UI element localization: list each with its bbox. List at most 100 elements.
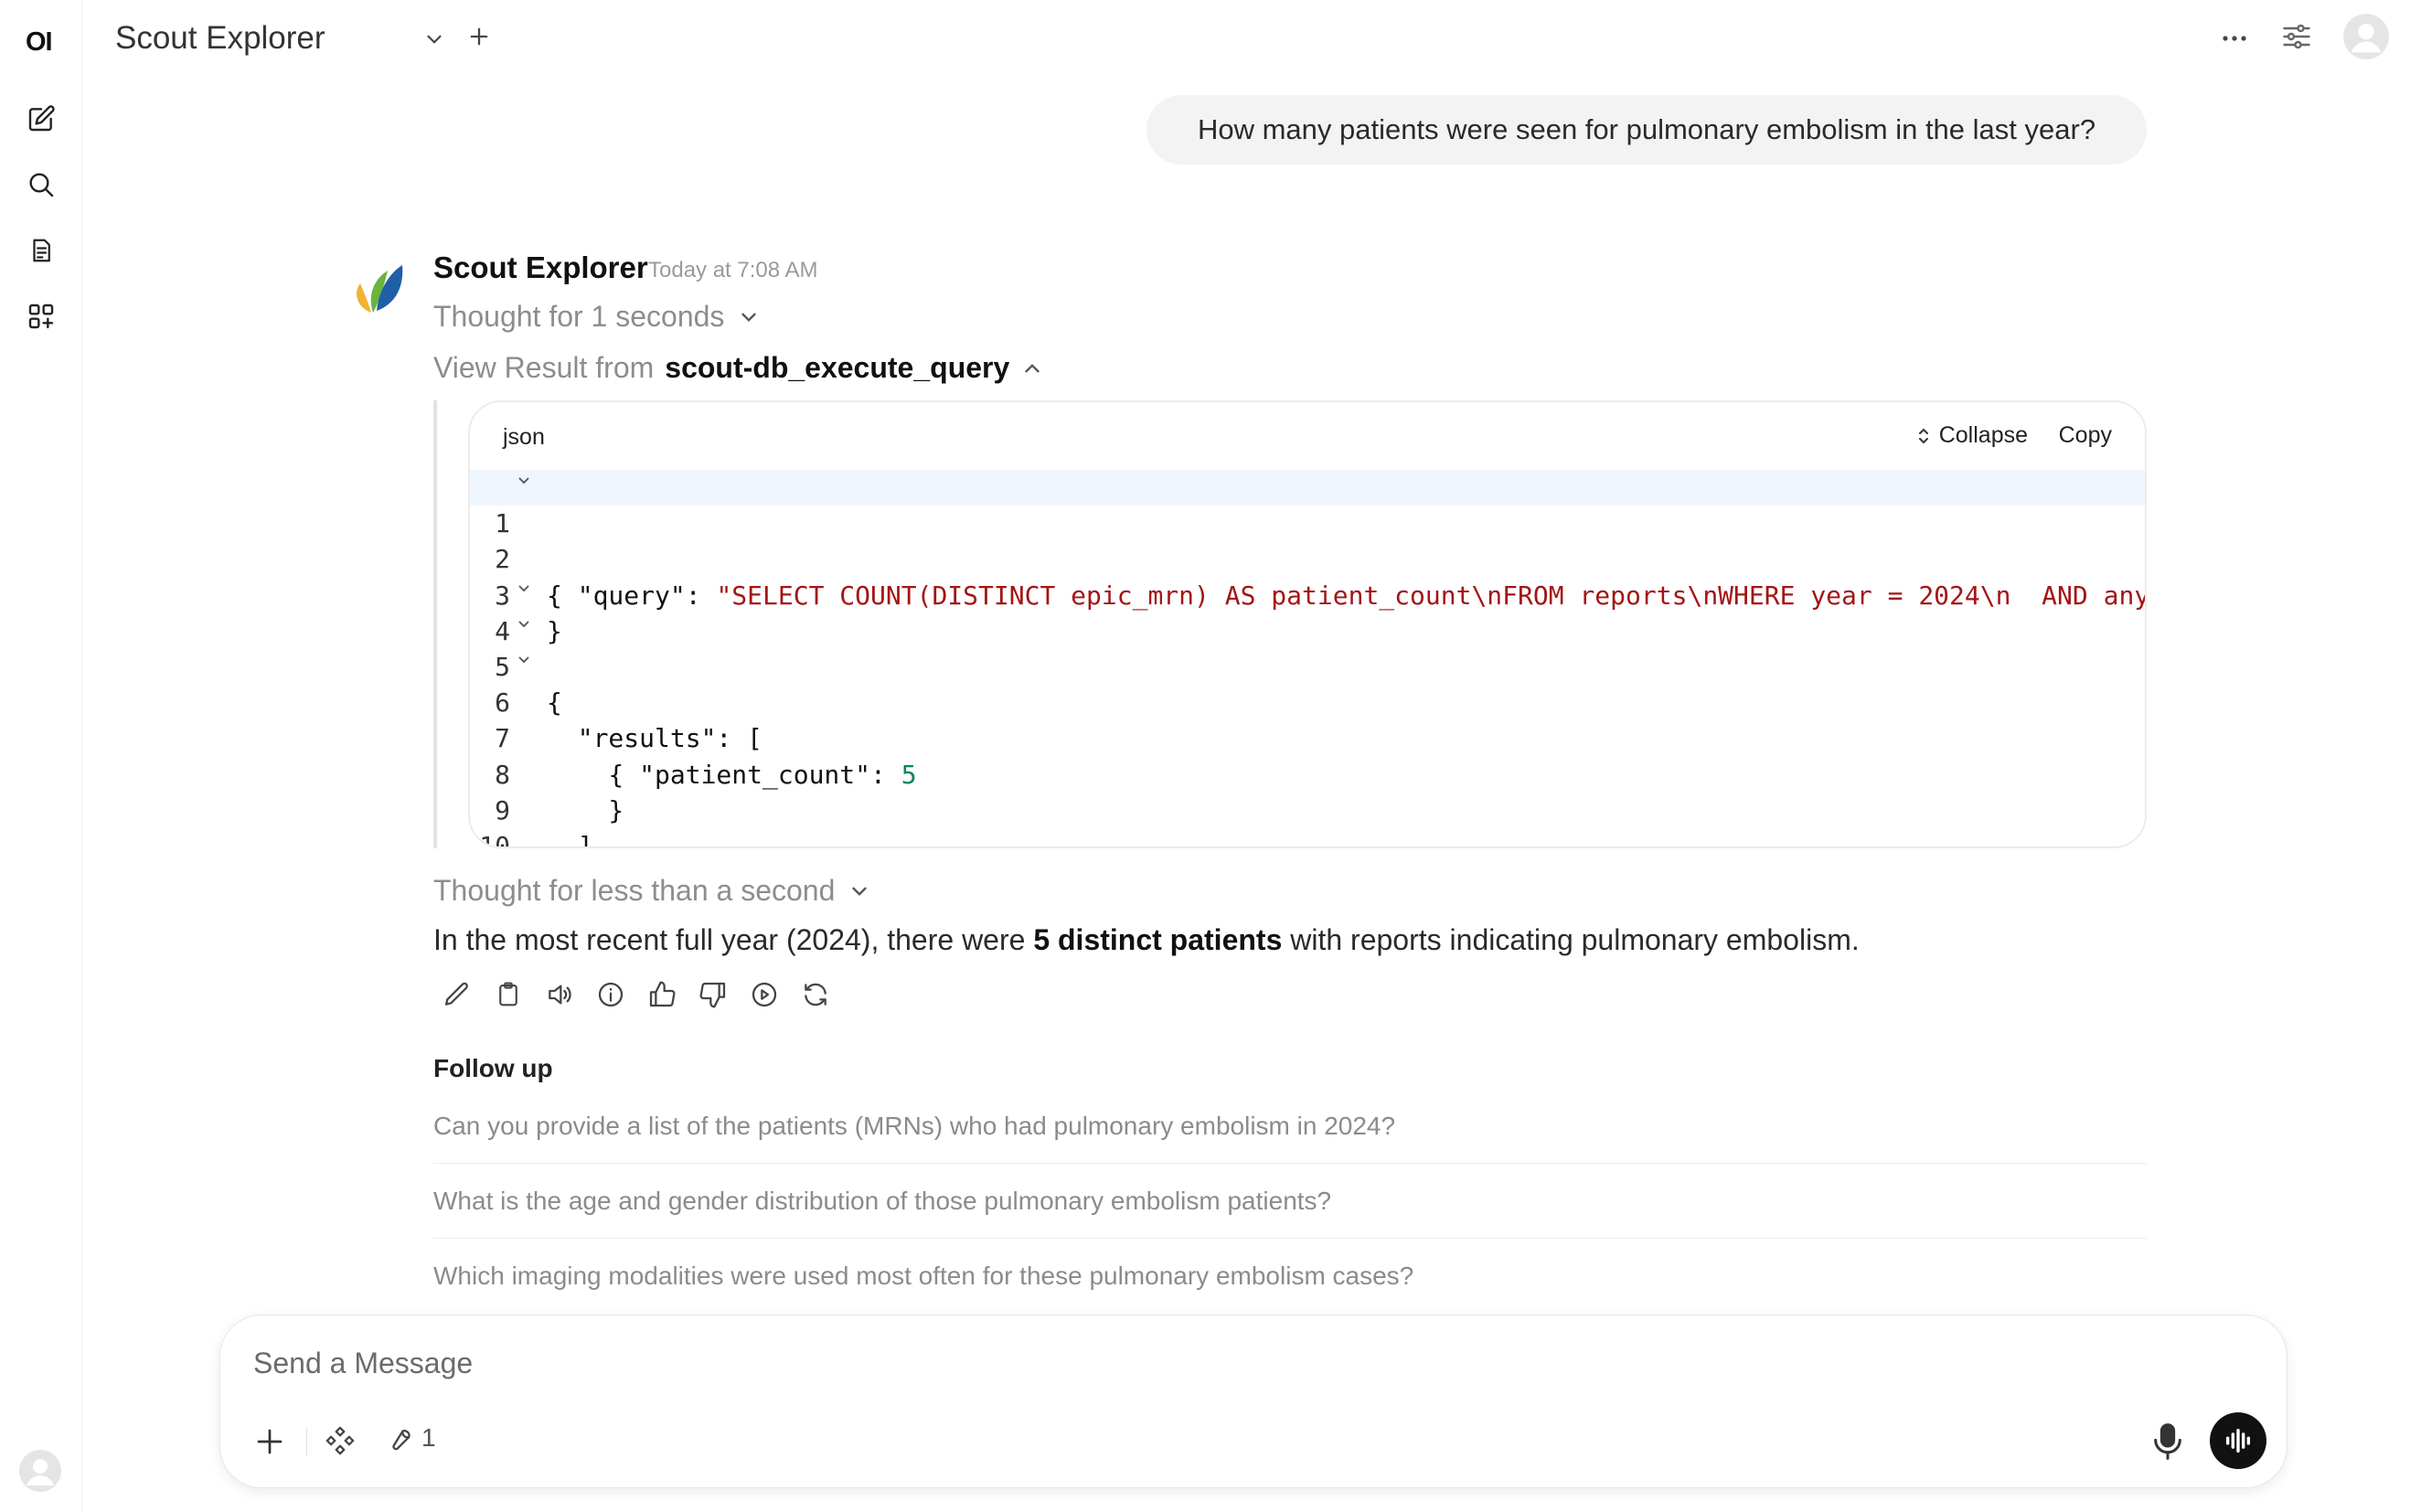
thumbs-up-icon	[649, 981, 676, 1007]
chevron-down-icon	[852, 887, 868, 896]
waveform-icon	[2225, 1428, 2251, 1453]
collapse-button[interactable]: Collapse	[1917, 422, 2028, 449]
regenerate-button[interactable]	[799, 978, 832, 1011]
fold-chevron-icon[interactable]	[516, 580, 532, 596]
edit-icon	[444, 982, 468, 1006]
user-message: How many patients were seen for pulmonar…	[1146, 95, 2147, 165]
chevron-down-icon	[427, 35, 442, 44]
chevron-down-icon	[741, 313, 757, 322]
wrench-icon	[392, 1430, 411, 1451]
user-avatar-icon	[2343, 14, 2389, 59]
follow-up-suggestion[interactable]: Which imaging modalities were used most …	[433, 1262, 2147, 1291]
info-button[interactable]	[594, 978, 627, 1011]
code-line: 5 "results": [	[470, 613, 2145, 753]
apps-icon	[28, 303, 54, 329]
thought-label: Thought for less than a second	[433, 874, 836, 907]
tools-count: 1	[421, 1423, 436, 1452]
tools-button[interactable]: 1	[385, 1423, 436, 1453]
copy-code-button[interactable]: Copy	[2059, 422, 2112, 449]
chat-controls-button[interactable]	[2280, 20, 2317, 57]
answer-text: with reports indicating pulmonary emboli…	[1282, 923, 1860, 956]
refresh-icon	[805, 983, 826, 1006]
edit-button[interactable]	[441, 978, 474, 1011]
more-options-button[interactable]	[2216, 22, 2253, 55]
answer-text: In the most recent full year (2024), the…	[433, 923, 1034, 956]
collapse-label: Collapse	[1938, 422, 2028, 448]
app-logo[interactable]: OI	[26, 27, 53, 58]
search-button[interactable]	[23, 166, 59, 203]
integrations-icon	[325, 1426, 355, 1455]
assistant-answer: In the most recent full year (2024), the…	[433, 923, 1860, 957]
edit-icon	[28, 105, 55, 132]
divider	[306, 1427, 307, 1456]
user-avatar[interactable]	[18, 1449, 62, 1493]
follow-up-suggestion[interactable]: Can you provide a list of the patients (…	[433, 1112, 2147, 1141]
code-line: 1 {	[470, 470, 2145, 611]
fold-chevron-icon[interactable]	[516, 651, 532, 667]
profile-avatar[interactable]	[2342, 13, 2390, 60]
model-dropdown[interactable]	[422, 27, 446, 51]
user-avatar-icon	[19, 1450, 61, 1492]
voice-mode-button[interactable]	[2210, 1412, 2266, 1469]
thought-toggle-1[interactable]: Thought for 1 seconds	[433, 300, 761, 334]
code-line: 3 }	[470, 541, 2145, 646]
line-number: 10	[479, 830, 510, 848]
assistant-name: Scout Explorer	[433, 250, 648, 284]
divider	[433, 1163, 2147, 1164]
message-actions	[441, 978, 832, 1011]
bad-response-button[interactable]	[697, 978, 730, 1011]
plus-icon	[257, 1429, 283, 1454]
fold-chevron-icon[interactable]	[516, 472, 532, 488]
copy-icon	[499, 982, 517, 1006]
divider	[433, 1238, 2147, 1239]
sliders-icon	[2283, 24, 2310, 49]
code-line: 6 {	[470, 649, 2145, 790]
info-icon	[598, 982, 624, 1007]
copy-button[interactable]	[492, 978, 525, 1011]
code-line: 7 "patient_count": 5	[470, 685, 2145, 789]
thought-label: Thought for 1 seconds	[433, 300, 725, 333]
message-input[interactable]	[253, 1347, 2082, 1380]
sidebar: OI	[0, 0, 82, 1512]
read-aloud-button[interactable]	[543, 978, 576, 1011]
thought-toggle-2[interactable]: Thought for less than a second	[433, 874, 871, 908]
more-horizontal-icon	[2223, 36, 2246, 41]
code-line: 9 ]	[470, 757, 2145, 847]
add-model-button[interactable]	[466, 24, 494, 51]
new-chat-button[interactable]	[23, 101, 59, 137]
message-timestamp: Today at 7:08 AM	[648, 258, 818, 282]
thumbs-down-icon	[699, 982, 726, 1008]
fold-chevron-icon[interactable]	[516, 615, 532, 632]
good-response-button[interactable]	[645, 978, 678, 1011]
code-block: json Collapse Copy 1 { 2 "query": "SELEC…	[468, 400, 2147, 848]
assistant-avatar	[351, 256, 406, 316]
search-icon	[29, 173, 54, 197]
code-line: 2 "query": "SELECT COUNT(DISTINCT epic_m…	[470, 506, 2145, 610]
code-line: 4 {	[470, 578, 2145, 718]
attach-button[interactable]	[253, 1425, 286, 1458]
top-bar: Scout Explorer	[82, 0, 2410, 79]
workspace-button[interactable]	[23, 298, 59, 335]
leaf-logo-icon	[357, 265, 403, 313]
code-editor[interactable]: 1 { 2 "query": "SELECT COUNT(DISTINCT ep…	[470, 470, 2145, 847]
notes-icon	[33, 239, 50, 262]
play-circle-icon	[752, 982, 777, 1007]
microphone-icon	[2154, 1423, 2181, 1460]
continue-response-button[interactable]	[748, 978, 781, 1011]
speaker-icon	[549, 985, 571, 1005]
model-selector[interactable]: Scout Explorer	[115, 20, 325, 57]
view-result-prefix: View Result from	[433, 351, 655, 384]
integrations-button[interactable]	[325, 1425, 357, 1458]
code-language: json	[503, 424, 545, 450]
code-line: 8 }	[470, 720, 2145, 825]
message-composer: 1	[219, 1315, 2287, 1488]
notes-button[interactable]	[23, 232, 59, 269]
tool-name: scout-db_execute_query	[665, 351, 1010, 384]
follow-up-heading: Follow up	[433, 1054, 553, 1082]
dictate-button[interactable]	[2149, 1421, 2186, 1462]
result-rail	[433, 400, 437, 848]
follow-up-suggestion[interactable]: What is the age and gender distribution …	[433, 1187, 2147, 1216]
tool-result-toggle[interactable]: View Result from scout-db_execute_query	[433, 351, 1044, 385]
answer-highlight: 5 distinct patients	[1033, 923, 1283, 956]
code-line: 10 }	[470, 793, 2145, 847]
